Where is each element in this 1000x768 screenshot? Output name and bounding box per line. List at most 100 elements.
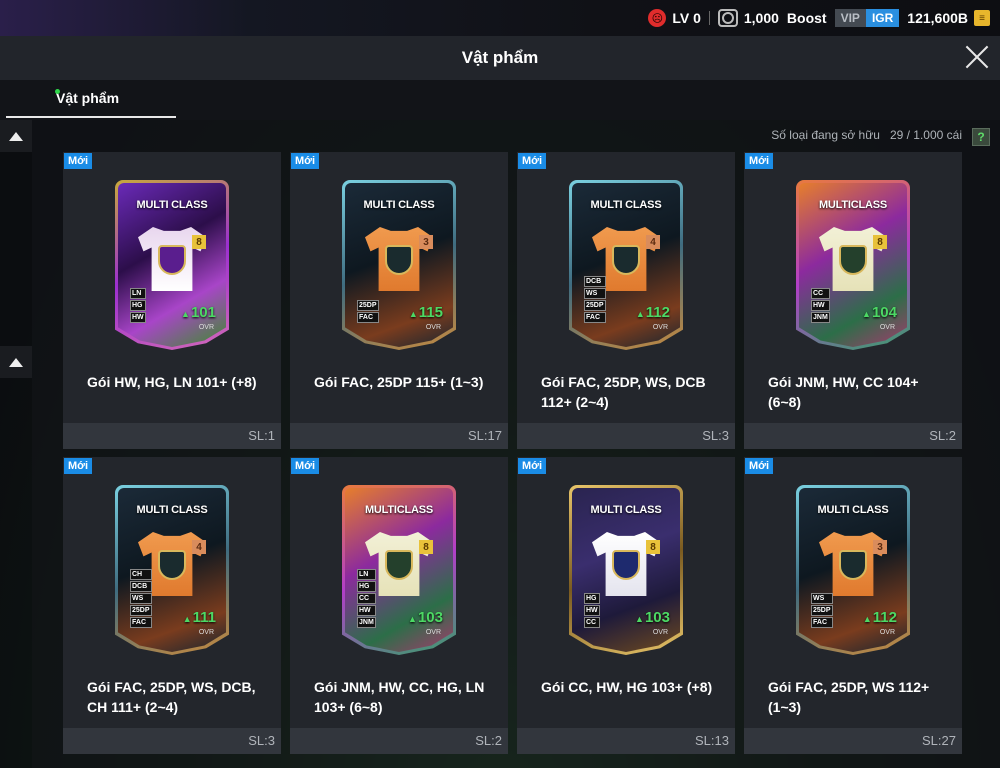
position-tag: CH: [130, 569, 152, 580]
ovr-value: ▲112: [636, 304, 670, 321]
balance-amount: 121,600B: [907, 10, 968, 26]
item-card[interactable]: Mới MULTICLASS 8 CC HW JNM ▲104 OVR Gói JN…: [744, 152, 962, 449]
position-tag: DCB: [130, 581, 152, 592]
ovr-number: 103: [417, 609, 443, 626]
crest-icon: [385, 245, 413, 275]
item-quantity: SL:3: [702, 428, 729, 443]
card-art: MULTICLASS 8 CC HW JNM ▲104 OVR: [799, 183, 907, 347]
item-card[interactable]: Mới MULTI CLASS 3 25DP FAC ▲115 OVR Gói F…: [290, 152, 508, 449]
igr-badge: IGR: [865, 9, 900, 27]
ovr-label: OVR: [652, 324, 668, 331]
position-tag: FAC: [584, 312, 606, 323]
position-tag: HW: [584, 605, 600, 616]
position-tag: WS: [130, 593, 152, 604]
position-tag: LN: [357, 569, 376, 580]
status-bar: ☹ LV 0 1,000 Boost VIP IGR 121,600B ≡: [0, 0, 1000, 36]
item-quantity: SL:2: [929, 428, 956, 443]
upgrade-level: 8: [192, 235, 206, 249]
item-quantity: SL:3: [248, 733, 275, 748]
collapse-arrow-icon[interactable]: [0, 346, 32, 378]
card-art: MULTI CLASS 4 CH DCB WS 25DP FAC ▲111 OVR: [118, 488, 226, 652]
scroll-up-arrow-icon[interactable]: [0, 120, 32, 152]
position-tag: CC: [811, 288, 830, 299]
ovr-value: ▲112: [863, 609, 897, 626]
item-footer: SL:1: [63, 423, 281, 449]
item-footer: SL:2: [744, 423, 962, 449]
item-card[interactable]: Mới MULTI CLASS 4 DCB WS 25DP FAC ▲112 OVR …: [517, 152, 735, 449]
ovr-value: ▲104: [862, 304, 897, 321]
upgrade-level: 8: [646, 540, 660, 554]
tab-label: Vật phẩm: [56, 90, 120, 106]
item-name: Gói JNM, HW, CC, HG, LN 103+ (6~8): [314, 679, 485, 715]
arrow-up-icon: ▲: [408, 614, 417, 624]
arrow-up-icon: ▲: [181, 309, 190, 319]
position-tag: CC: [357, 593, 376, 604]
upgrade-level: 4: [192, 540, 206, 554]
position-tag: JNM: [357, 617, 376, 628]
position-list: LN HG HW: [130, 288, 146, 323]
new-badge: Mới: [745, 458, 774, 474]
item-quantity: SL:17: [468, 428, 502, 443]
ovr-value: ▲111: [183, 609, 216, 626]
card-title: MULTI CLASS: [363, 199, 435, 211]
card-title: MULTICLASS: [364, 504, 434, 516]
ovr-label: OVR: [879, 324, 895, 331]
card-art: MULTI CLASS 8 HG HW CC ▲103 OVR: [572, 488, 680, 652]
item-card[interactable]: Mới MULTI CLASS 8 HG HW CC ▲103 OVR Gói CC…: [517, 457, 735, 754]
ovr-label: OVR: [652, 629, 668, 636]
position-tag: CC: [584, 617, 600, 628]
crest-icon: [385, 550, 413, 580]
coin-amount: 1,000: [743, 10, 779, 26]
position-tag: 25DP: [130, 605, 152, 616]
arrow-up-icon: ▲: [182, 614, 192, 624]
position-list: WS 25DP FAC: [811, 593, 833, 628]
item-card[interactable]: Mới MULTICLASS 8 LN HG CC HW JNM ▲103 OVR Gó…: [290, 457, 508, 754]
position-tag: HW: [811, 300, 830, 311]
ovr-label: OVR: [198, 324, 214, 331]
new-badge: Mới: [518, 153, 547, 169]
boost-label[interactable]: Boost: [787, 10, 827, 26]
ovr-label: OVR: [425, 324, 441, 331]
help-icon[interactable]: ?: [972, 128, 990, 146]
position-tag: HW: [130, 312, 146, 323]
close-icon[interactable]: [962, 42, 992, 72]
position-tag: HG: [130, 300, 146, 311]
player-pack-card-image: MULTI CLASS 8 HG HW CC ▲103 OVR: [569, 485, 683, 655]
player-pack-card-image: MULTI CLASS 4 DCB WS 25DP FAC ▲112 OVR: [569, 180, 683, 350]
ovr-number: 112: [645, 304, 670, 321]
position-tag: WS: [584, 288, 606, 299]
upgrade-level: 8: [873, 235, 887, 249]
item-card[interactable]: Mới MULTI CLASS 3 WS 25DP FAC ▲112 OVR Gói…: [744, 457, 962, 754]
position-tag: FAC: [811, 617, 833, 628]
card-art: MULTICLASS 8 LN HG CC HW JNM ▲103 OVR: [345, 488, 453, 652]
card-title: MULTI CLASS: [817, 504, 889, 516]
position-tag: 25DP: [584, 300, 606, 311]
card-art: MULTI CLASS 4 DCB WS 25DP FAC ▲112 OVR: [572, 183, 680, 347]
item-card[interactable]: Mới MULTI CLASS 8 LN HG HW ▲101 OVR Gói HW…: [63, 152, 281, 449]
item-name: Gói JNM, HW, CC 104+ (6~8): [768, 374, 919, 410]
level-group: ☹ LV 0: [648, 9, 701, 27]
window-header: Vật phẩm: [0, 36, 1000, 80]
crest-icon: [612, 550, 640, 580]
position-list: 25DP FAC: [357, 300, 379, 323]
item-name: Gói CC, HW, HG 103+ (+8): [541, 679, 713, 695]
card-art: MULTI CLASS 8 LN HG HW ▲101 OVR: [118, 183, 226, 347]
crest-icon: [158, 550, 186, 580]
arrow-up-icon: ▲: [862, 614, 872, 624]
tab-items[interactable]: Vật phẩm: [6, 80, 176, 118]
crest-icon: [839, 550, 867, 580]
vip-badge: VIP: [834, 9, 866, 27]
position-tag: HG: [584, 593, 600, 604]
position-list: CC HW JNM: [811, 288, 830, 323]
new-badge: Mới: [291, 458, 320, 474]
player-pack-card-image: MULTI CLASS 8 LN HG HW ▲101 OVR: [115, 180, 229, 350]
ovr-number: 104: [871, 304, 897, 321]
item-footer: SL:27: [744, 728, 962, 754]
ovr-number: 112: [872, 609, 897, 626]
item-quantity: SL:13: [695, 733, 729, 748]
item-card[interactable]: Mới MULTI CLASS 4 CH DCB WS 25DP FAC ▲111 OV…: [63, 457, 281, 754]
upgrade-level: 3: [873, 540, 887, 554]
ovr-value: ▲103: [408, 609, 443, 626]
level-text: LV 0: [672, 10, 701, 26]
ovr-number: 103: [644, 609, 670, 626]
